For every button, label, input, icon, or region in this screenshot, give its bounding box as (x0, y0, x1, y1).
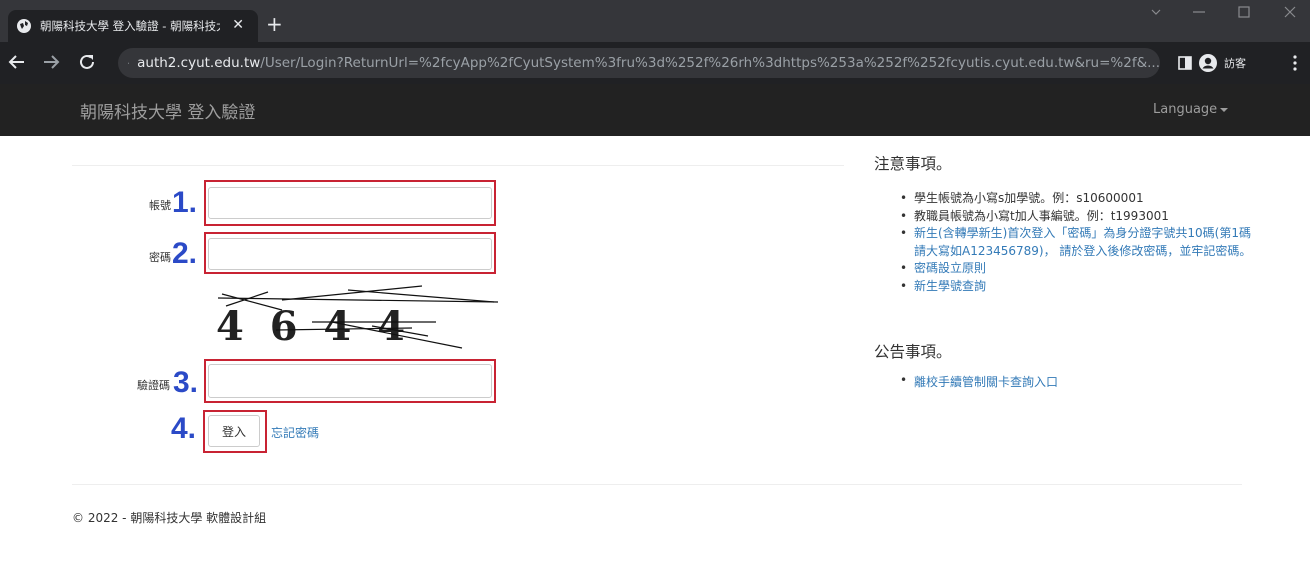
captcha-input[interactable] (208, 364, 492, 398)
caret-down-icon (1220, 107, 1229, 112)
announcements-heading: 公告事項。 (874, 343, 952, 361)
list-item[interactable]: 密碼設立原則 (900, 260, 1260, 278)
guest-label: 訪客 (1224, 57, 1246, 70)
annotation-marker-2: 2. (172, 237, 198, 270)
captcha-image[interactable]: 4 6 4 4 (212, 282, 502, 350)
minimize-icon[interactable] (1192, 6, 1206, 18)
reload-icon[interactable] (78, 52, 96, 72)
new-tab-button[interactable]: + (266, 14, 283, 34)
forgot-password-link[interactable]: 忘記密碼 (271, 424, 319, 441)
annotation-marker-4: 4. (171, 412, 197, 445)
notes-list: 學生帳號為小寫s加學號。例：s10600001 教職員帳號為小寫t加人事編號。例… (900, 190, 1260, 295)
url-host: auth2.cyut.edu.tw (137, 55, 261, 71)
lock-icon[interactable] (128, 56, 130, 70)
tab-title: 朝陽科技大學 登入驗證 - 朝陽科技大學 (40, 19, 220, 33)
footer-divider (72, 484, 1242, 485)
form-top-divider (72, 165, 844, 166)
tab-close-icon[interactable]: ✕ (232, 17, 244, 33)
login-button[interactable]: 登入 (208, 415, 260, 447)
language-label: Language (1153, 102, 1218, 117)
browser-toolbar: auth2.cyut.edu.tw/User/Login?ReturnUrl=%… (0, 42, 1310, 84)
announcements-list: 離校手續管制關卡查詢入口 (900, 373, 1058, 390)
maximize-icon[interactable] (1238, 6, 1250, 18)
password-input[interactable] (208, 238, 492, 270)
notes-heading: 注意事項。 (874, 155, 952, 173)
language-dropdown[interactable]: Language (1153, 102, 1229, 117)
account-input[interactable] (208, 187, 492, 219)
annotation-marker-1: 1. (172, 186, 198, 219)
menu-icon[interactable] (1292, 48, 1298, 78)
address-bar[interactable]: auth2.cyut.edu.tw/User/Login?ReturnUrl=%… (118, 48, 1160, 78)
account-label: 帳號 (149, 199, 171, 212)
back-icon[interactable] (8, 52, 26, 72)
profile-icon (1199, 54, 1217, 72)
captcha-label: 驗證碼 (137, 379, 170, 392)
tab-search-icon[interactable] (1150, 6, 1162, 18)
profile-button[interactable]: 訪客 (1198, 48, 1246, 78)
forward-icon[interactable] (42, 52, 60, 72)
list-item[interactable]: 離校手續管制關卡查詢入口 (900, 373, 1058, 390)
list-item: 學生帳號為小寫s加學號。例：s10600001 (900, 190, 1260, 208)
list-item: 教職員帳號為小寫t加人事編號。例：t1993001 (900, 208, 1260, 226)
password-label: 密碼 (149, 251, 171, 264)
list-item[interactable]: 新生學號查詢 (900, 278, 1260, 296)
browser-tab-strip: 朝陽科技大學 登入驗證 - 朝陽科技大學 ✕ + (0, 0, 1310, 42)
url-path: /User/Login?ReturnUrl=%2fcyApp%2fCyutSys… (260, 55, 1160, 71)
side-panel-button[interactable] (1178, 48, 1192, 78)
annotation-marker-3: 3. (173, 366, 199, 399)
close-icon[interactable] (1284, 6, 1296, 18)
captcha-text: 4 6 4 4 (216, 303, 411, 350)
site-brand[interactable]: 朝陽科技大學 登入驗證 (80, 98, 255, 123)
footer-text: © 2022 - 朝陽科技大學 軟體設計組 (72, 511, 267, 525)
browser-tab[interactable]: 朝陽科技大學 登入驗證 - 朝陽科技大學 ✕ (8, 10, 258, 42)
side-panel-icon (1178, 56, 1192, 70)
globe-icon (17, 19, 31, 33)
site-navbar: 朝陽科技大學 登入驗證 Language (0, 84, 1310, 136)
list-item[interactable]: 新生(含轉學新生)首次登入「密碼」為身分證字號共10碼(第1碼請大寫如A1234… (900, 225, 1260, 260)
